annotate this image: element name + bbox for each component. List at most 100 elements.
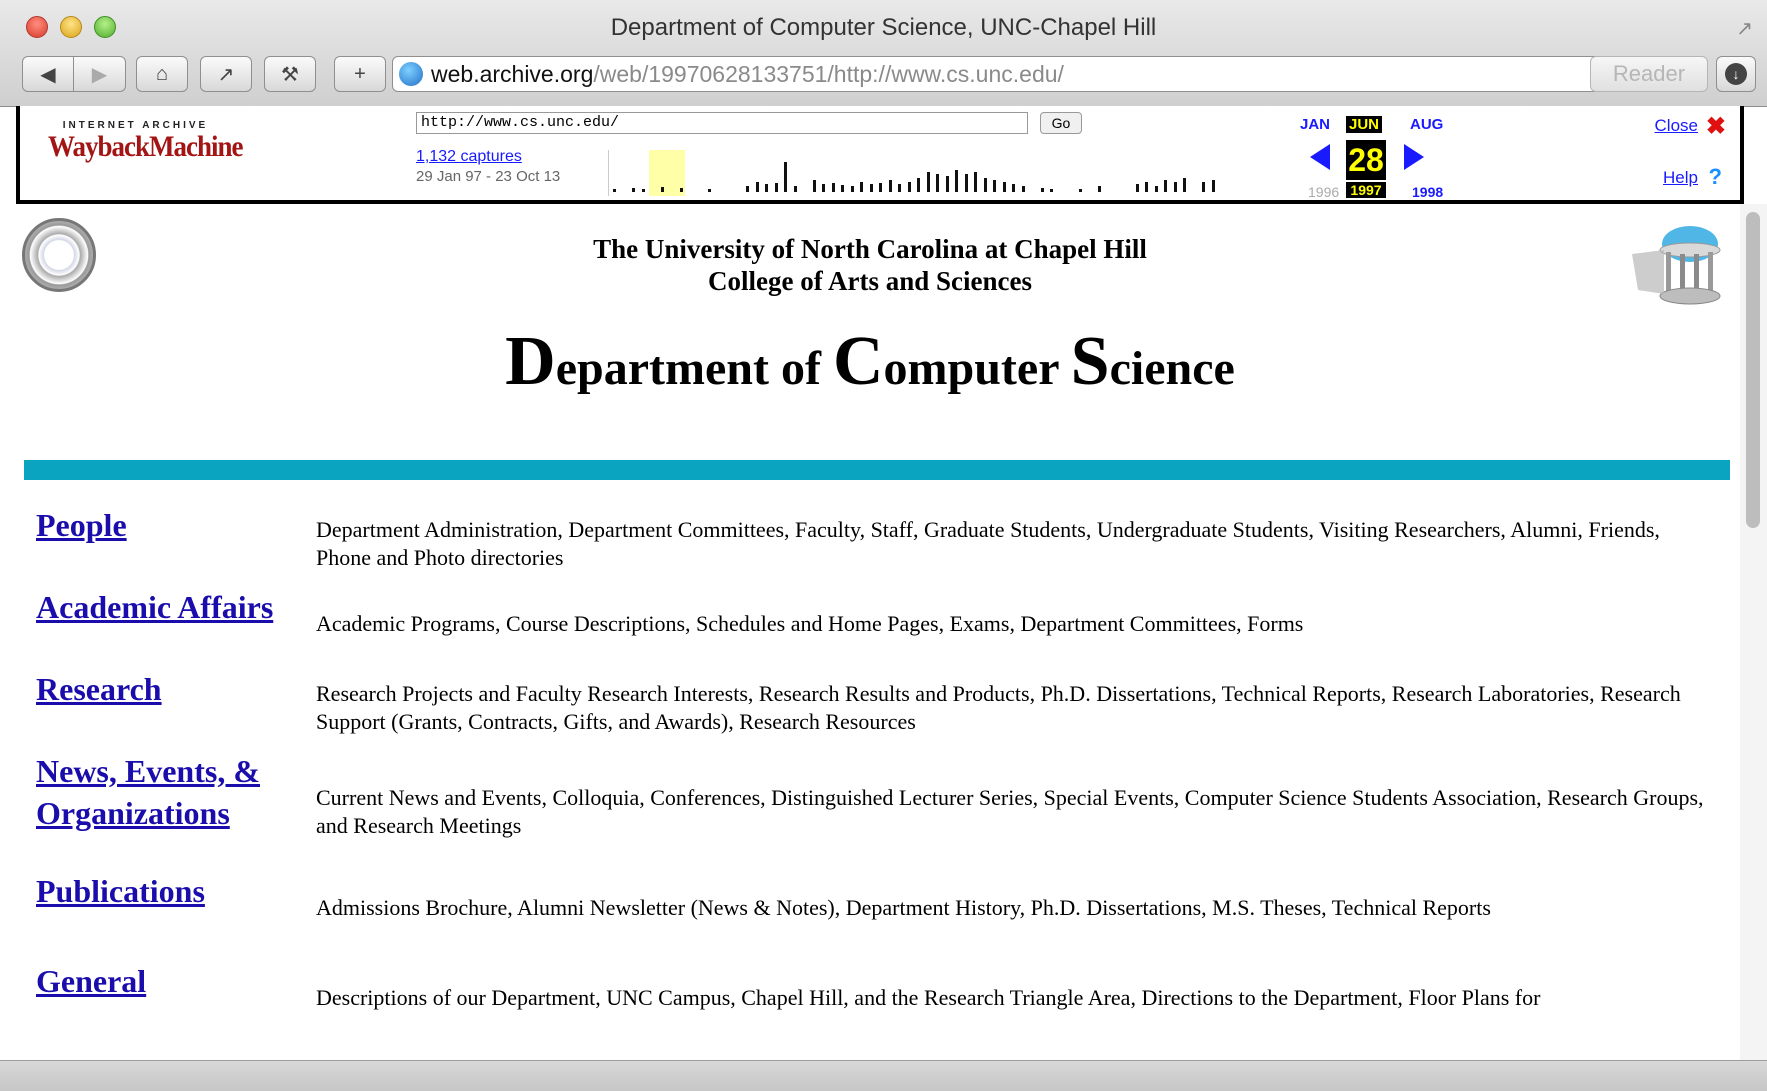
sparkline-bar <box>679 188 683 192</box>
tools-button[interactable]: ⚒ <box>264 56 316 92</box>
sparkline-bar <box>945 176 949 192</box>
sparkline-bar <box>641 189 645 192</box>
month-current: JUN <box>1346 116 1383 133</box>
page-content: The University of North Carolina at Chap… <box>0 204 1740 1060</box>
help-icon[interactable]: ? <box>1709 164 1722 190</box>
sparkline-bar <box>708 189 711 192</box>
browser-window: Department of Computer Science, UNC-Chap… <box>0 0 1767 1091</box>
wayback-logo[interactable]: INTERNET ARCHIVE WaybackMachine <box>48 120 244 163</box>
sparkline-bar <box>917 178 920 192</box>
year-next[interactable]: 1998 <box>1412 184 1443 200</box>
month-next[interactable]: AUG <box>1410 116 1443 133</box>
page-title: Department of Computer Science <box>0 322 1740 402</box>
share-icon: ↗ <box>217 63 235 86</box>
forward-button[interactable]: ▶ <box>74 56 126 92</box>
wayback-help-link[interactable]: Help <box>1663 168 1698 188</box>
sparkline-bar <box>1012 184 1015 192</box>
sparkline-bar <box>1078 189 1082 192</box>
wayback-logo-main: WaybackMachine <box>48 129 244 163</box>
people-link[interactable]: People <box>36 504 127 546</box>
sparkline-bar <box>1097 186 1101 192</box>
academic-affairs-link[interactable]: Academic Affairs <box>36 586 273 628</box>
sparkline-bar <box>1211 180 1215 192</box>
sparkline-bar <box>774 183 778 192</box>
research-description: Research Projects and Faculty Research I… <box>316 681 1681 734</box>
year-prev[interactable]: 1996 <box>1308 184 1339 200</box>
capture-range: 29 Jan 97 - 23 Oct 13 <box>416 168 561 185</box>
sparkline-bar <box>879 183 882 192</box>
title-part-1: epartment of <box>555 342 833 395</box>
month-prev[interactable]: JAN <box>1300 116 1330 133</box>
sparkline-bar <box>632 188 635 192</box>
news-events-link[interactable]: News, Events, & <box>36 750 260 792</box>
prev-capture-icon[interactable] <box>1310 144 1330 170</box>
sparkline-bar <box>850 186 854 192</box>
sparkline-bar <box>660 187 664 192</box>
home-icon: ⌂ <box>155 62 169 85</box>
sparkline-bar <box>812 180 816 192</box>
title-bar: Department of Computer Science, UNC-Chap… <box>0 0 1767 107</box>
year-current: 1997 <box>1346 182 1386 198</box>
sparkline-bar <box>955 170 958 192</box>
general-link[interactable]: General <box>36 960 146 1002</box>
next-capture-icon[interactable] <box>1404 144 1424 170</box>
capture-sparkline[interactable] <box>608 150 1269 196</box>
sparkline-bar <box>1202 182 1205 192</box>
back-icon: ◀ <box>40 63 56 86</box>
address-bar[interactable]: web.archive.org/web/19970628133751/http:… <box>392 56 1650 92</box>
sparkline-bar <box>888 180 892 192</box>
add-bookmark-button[interactable]: + <box>334 56 386 92</box>
reader-button[interactable]: Reader <box>1590 56 1708 92</box>
wayback-go-button[interactable]: Go <box>1040 112 1082 134</box>
downloads-button[interactable]: ↓ <box>1716 56 1756 92</box>
title-letter-c: C <box>832 323 884 400</box>
sparkline-bar <box>974 172 977 192</box>
sparkline-bar <box>936 174 939 192</box>
sparkline-bar <box>822 184 825 192</box>
share-button[interactable]: ↗ <box>200 56 252 92</box>
wayback-url-input[interactable]: http://www.cs.unc.edu/ <box>416 112 1028 134</box>
sparkline-bar <box>1135 184 1139 192</box>
sparkline-bar <box>1173 182 1177 192</box>
publications-link[interactable]: Publications <box>36 870 205 912</box>
title-part-2: omputer <box>883 342 1071 395</box>
window-title: Department of Computer Science, UNC-Chap… <box>610 14 1157 41</box>
captures-link[interactable]: 1,132 captures <box>416 148 522 166</box>
sparkline-bar <box>993 180 996 192</box>
globe-icon <box>399 62 423 86</box>
academic-affairs-description: Academic Programs, Course Descriptions, … <box>316 611 1304 636</box>
forward-icon: ▶ <box>91 63 108 86</box>
publications-description: Admissions Brochure, Alumni Newsletter (… <box>316 895 1491 920</box>
sparkline-bar <box>869 184 873 192</box>
sparkline-bar <box>755 182 759 192</box>
status-bar <box>0 1060 1767 1091</box>
scrollbar-thumb[interactable] <box>1746 212 1760 528</box>
fullscreen-icon[interactable]: ↗ <box>1736 16 1753 41</box>
sparkline-bar <box>613 189 616 192</box>
close-icon[interactable]: ✖ <box>1706 112 1726 141</box>
tools-icon: ⚒ <box>281 63 299 86</box>
sparkline-bar <box>793 186 797 192</box>
sparkline-bar <box>746 186 749 192</box>
wayback-close-link[interactable]: Close <box>1655 116 1698 136</box>
title-letter-s: S <box>1070 323 1110 400</box>
download-icon: ↓ <box>1725 63 1747 85</box>
title-letter-d: D <box>505 323 556 400</box>
sparkline-bar <box>1164 180 1167 192</box>
vertical-scrollbar[interactable] <box>1740 204 1767 1060</box>
research-link[interactable]: Research <box>36 668 162 710</box>
divider-bar <box>24 460 1730 480</box>
back-button[interactable]: ◀ <box>22 56 74 92</box>
title-part-3: cience <box>1109 342 1235 395</box>
sparkline-bar <box>983 178 987 192</box>
sparkline-bar <box>831 183 835 192</box>
people-description: Department Administration, Department Co… <box>316 517 1660 570</box>
sparkline-bar <box>841 185 844 192</box>
sparkline-bar <box>1154 186 1158 192</box>
wayback-toolbar: INTERNET ARCHIVE WaybackMachine http://w… <box>16 106 1744 204</box>
organizations-link[interactable]: Organizations <box>36 792 230 834</box>
sparkline-bar <box>1050 189 1053 192</box>
home-button[interactable]: ⌂ <box>136 56 188 92</box>
sparkline-bar <box>898 184 901 192</box>
sparkline-bar <box>860 182 863 192</box>
